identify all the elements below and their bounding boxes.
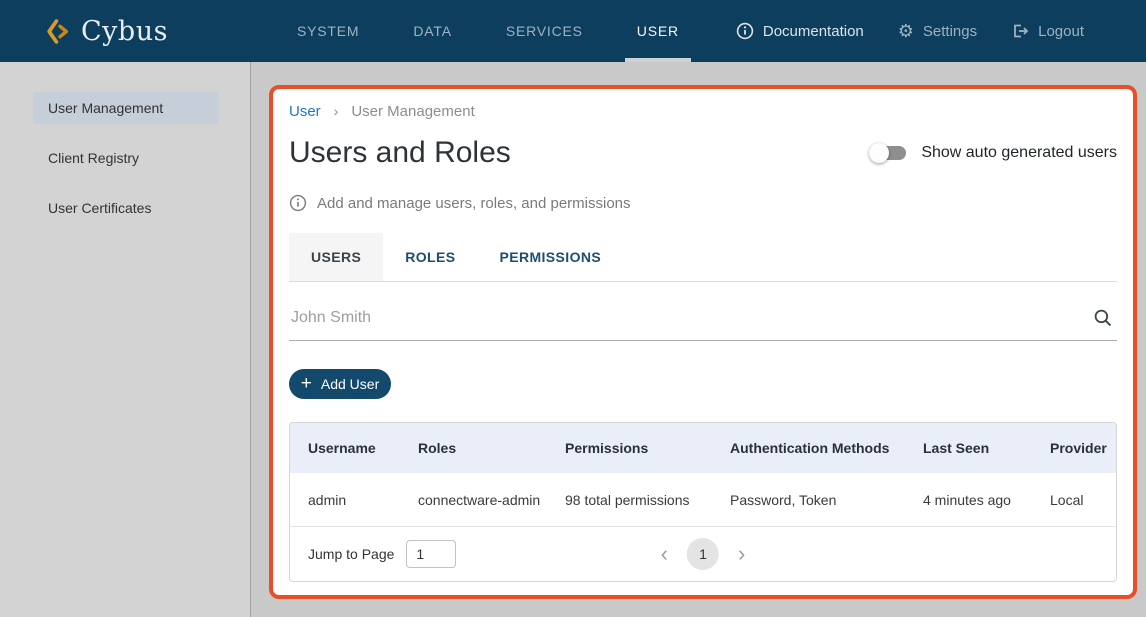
column-header-provider: Provider (1050, 440, 1116, 456)
cell-provider: Local (1050, 492, 1116, 508)
column-header-auth-methods: Authentication Methods (730, 440, 923, 456)
page-title: Users and Roles (289, 136, 511, 170)
auto-generated-users-switch[interactable] (869, 143, 909, 163)
add-user-button[interactable]: + Add User (289, 369, 391, 399)
pagination: ‹ 1 › (657, 538, 750, 570)
toggle-label: Show auto generated users (921, 144, 1117, 162)
breadcrumb-current: User Management (351, 103, 474, 120)
jump-to-page-label: Jump to Page (308, 546, 394, 562)
table-footer: Jump to Page ‹ 1 › (290, 527, 1116, 581)
chevron-right-icon[interactable]: › (734, 543, 749, 565)
column-header-last-seen: Last Seen (923, 440, 1050, 456)
search-bar (289, 296, 1117, 341)
table-row[interactable]: admin connectware-admin 98 total permiss… (290, 473, 1116, 527)
breadcrumb-separator-icon: › (334, 103, 339, 119)
cell-permissions: 98 total permissions (565, 492, 730, 508)
settings-button[interactable]: ⚙ Settings (898, 22, 977, 40)
sidebar-item-client-registry[interactable]: Client Registry (33, 142, 219, 174)
subtitle-row: Add and manage users, roles, and permiss… (289, 193, 1117, 213)
logout-icon (1011, 22, 1029, 40)
navbar-actions: Documentation ⚙ Settings Logout (736, 0, 1084, 62)
cell-roles: connectware-admin (418, 492, 565, 508)
primary-nav: SYSTEM DATA SERVICES USER (285, 0, 721, 62)
switch-knob (869, 143, 889, 163)
column-header-roles: Roles (418, 440, 565, 456)
column-header-username: Username (308, 440, 418, 456)
logout-button[interactable]: Logout (1011, 22, 1084, 40)
users-table: Username Roles Permissions Authenticatio… (289, 422, 1117, 582)
cell-auth-methods: Password, Token (730, 492, 923, 508)
brand-logo[interactable]: Cybus (46, 0, 168, 62)
app-window: Cybus SYSTEM DATA SERVICES USER (0, 0, 1146, 617)
page-subtitle: Add and manage users, roles, and permiss… (317, 195, 631, 212)
title-row: Users and Roles Show auto generated user… (289, 133, 1117, 173)
tab-users[interactable]: USERS (289, 233, 383, 281)
search-input[interactable] (289, 308, 1089, 328)
cell-last-seen: 4 minutes ago (923, 492, 1050, 508)
page-number-button[interactable]: 1 (687, 538, 719, 570)
nav-item-system[interactable]: SYSTEM (285, 0, 371, 62)
breadcrumb-link-user[interactable]: User (289, 103, 321, 120)
auto-generated-users-toggle-group: Show auto generated users (869, 143, 1117, 163)
nav-item-data[interactable]: DATA (401, 0, 463, 62)
breadcrumb: User › User Management (289, 101, 1117, 121)
chevron-left-icon[interactable]: ‹ (657, 543, 672, 565)
cybus-brackets-icon (46, 18, 71, 45)
brand-name: Cybus (81, 16, 168, 47)
sidebar: User Management Client Registry User Cer… (0, 62, 251, 617)
info-circle-icon (289, 194, 307, 212)
main-content-highlighted: User › User Management Users and Roles S… (269, 85, 1137, 599)
table-header-row: Username Roles Permissions Authenticatio… (290, 423, 1116, 473)
column-header-permissions: Permissions (565, 440, 730, 456)
search-button[interactable] (1089, 304, 1117, 332)
sidebar-item-user-management[interactable]: User Management (33, 92, 219, 124)
tab-permissions[interactable]: PERMISSIONS (477, 233, 623, 281)
info-circle-icon (736, 22, 754, 40)
top-navbar: Cybus SYSTEM DATA SERVICES USER (0, 0, 1146, 62)
jump-to-page-input[interactable] (406, 540, 456, 568)
sidebar-item-user-certificates[interactable]: User Certificates (33, 192, 219, 224)
documentation-link[interactable]: Documentation (736, 22, 864, 40)
app-body: User Management Client Registry User Cer… (0, 62, 1146, 617)
nav-item-user[interactable]: USER (625, 0, 691, 62)
cell-username: admin (308, 492, 418, 508)
gear-icon: ⚙ (898, 22, 914, 40)
search-icon (1093, 308, 1113, 328)
plus-icon: + (301, 374, 312, 393)
content-tabs: USERS ROLES PERMISSIONS (289, 233, 1117, 282)
nav-item-services[interactable]: SERVICES (494, 0, 595, 62)
tab-roles[interactable]: ROLES (383, 233, 477, 281)
